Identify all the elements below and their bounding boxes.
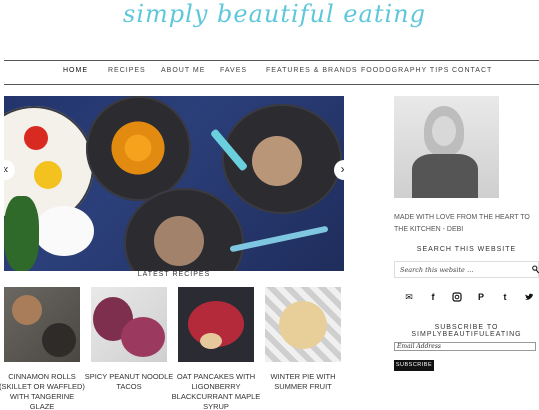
recipe-title-winter-pie[interactable]: WINTER PIE WITH SUMMER FRUIT <box>258 372 348 392</box>
nav-item-recipes[interactable]: RECIPES <box>108 67 146 74</box>
site-tagline: MADE WITH LOVE FROM THE HEART TO THE KIT… <box>394 214 530 233</box>
hero-dessert <box>252 136 302 186</box>
main-nav: HOME RECIPES ABOUT ME FAVES FEATURES & B… <box>4 60 539 85</box>
recipe-thumb-cinnamon-rolls[interactable] <box>4 287 80 362</box>
hero-tomato <box>24 126 48 150</box>
recipe-thumb-winter-pie[interactable] <box>265 287 341 362</box>
search-icon[interactable] <box>532 265 539 274</box>
email-field[interactable]: Email Address <box>394 342 536 351</box>
instagram-icon[interactable] <box>452 292 462 302</box>
hero-cherry-tomatoes <box>106 118 170 178</box>
subscribe-title: SUBSCRIBE TO SIMPLYBEAUTIFULEATING <box>411 324 522 338</box>
nav-item-faves[interactable]: FAVES <box>220 67 247 74</box>
subscribe-button[interactable]: SUBSCRIBE <box>394 360 434 371</box>
mail-icon[interactable]: ✉ <box>404 292 414 302</box>
pinterest-icon[interactable]: P <box>476 292 486 302</box>
site-logo[interactable]: simply beautiful eating <box>0 0 539 40</box>
tumblr-icon[interactable]: t <box>500 292 510 302</box>
nav-item-about-me[interactable]: ABOUT ME <box>161 67 205 74</box>
author-photo <box>394 96 499 198</box>
recipe-thumb-oat-pancakes[interactable] <box>178 287 254 362</box>
nav-item-foodography-tips[interactable]: FOODOGRAPHY TIPS <box>361 67 449 74</box>
facebook-icon[interactable]: f <box>428 292 438 302</box>
recipe-title-oat-pancakes[interactable]: OAT PANCAKES WITH LIGONBERRY BLACKCURRAN… <box>171 372 261 410</box>
recipe-thumb-peanut-tacos[interactable] <box>91 287 167 362</box>
search-input[interactable]: Search this website … <box>394 261 539 278</box>
nav-item-home[interactable]: HOME <box>63 67 88 74</box>
latest-recipes-title: LATEST RECIPES <box>137 271 211 278</box>
hero-flowers <box>34 206 94 256</box>
nav-item-features-brands[interactable]: FEATURES & BRANDS <box>266 67 358 74</box>
nav-item-contact[interactable]: CONTACT <box>452 67 492 74</box>
hero-dessert <box>154 216 204 266</box>
recipe-title-peanut-tacos[interactable]: SPICY PEANUT NOODLE TACOS <box>84 372 174 392</box>
hero-knife <box>229 225 329 253</box>
hero-tomato <box>34 161 62 189</box>
recipe-title-cinnamon-rolls[interactable]: CINNAMON ROLLS (SKILLET OR WAFFLED) WITH… <box>0 372 87 410</box>
site-logo-text: simply beautiful eating <box>123 0 426 28</box>
search-title: SEARCH THIS WEBSITE <box>416 246 517 253</box>
twitter-icon[interactable] <box>524 292 534 302</box>
hero-slider[interactable]: « » <box>4 96 344 271</box>
hero-leaves <box>4 196 39 271</box>
